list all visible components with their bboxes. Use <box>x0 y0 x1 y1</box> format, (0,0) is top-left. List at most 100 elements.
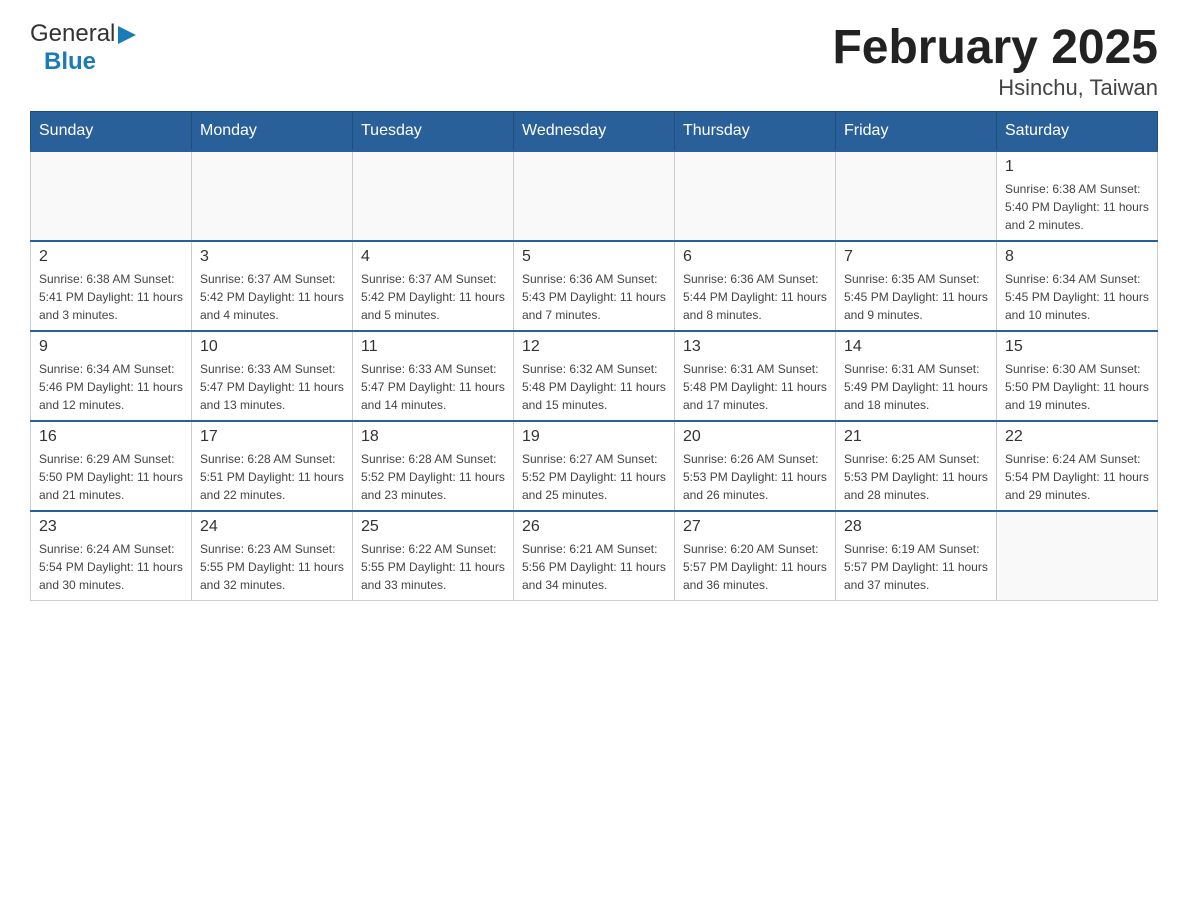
week-row-1: 1Sunrise: 6:38 AM Sunset: 5:40 PM Daylig… <box>31 151 1158 241</box>
day-info: Sunrise: 6:29 AM Sunset: 5:50 PM Dayligh… <box>39 450 183 504</box>
day-number: 18 <box>361 428 505 446</box>
day-info: Sunrise: 6:37 AM Sunset: 5:42 PM Dayligh… <box>361 270 505 324</box>
day-number: 21 <box>844 428 988 446</box>
day-info: Sunrise: 6:34 AM Sunset: 5:45 PM Dayligh… <box>1005 270 1149 324</box>
day-info: Sunrise: 6:33 AM Sunset: 5:47 PM Dayligh… <box>200 360 344 414</box>
day-info: Sunrise: 6:26 AM Sunset: 5:53 PM Dayligh… <box>683 450 827 504</box>
day-number: 17 <box>200 428 344 446</box>
calendar-cell: 16 Sunrise: 6:29 AM Sunset: 5:50 PM Dayli… <box>31 421 192 511</box>
day-info: Sunrise: 6:31 AM Sunset: 5:48 PM Dayligh… <box>683 360 827 414</box>
calendar-cell: 8 Sunrise: 6:34 AM Sunset: 5:45 PM Daylig… <box>997 241 1158 331</box>
logo-blue-text: Blue <box>44 48 96 76</box>
calendar-cell: 17 Sunrise: 6:28 AM Sunset: 5:51 PM Dayli… <box>192 421 353 511</box>
calendar-cell: 13 Sunrise: 6:31 AM Sunset: 5:48 PM Dayli… <box>675 331 836 421</box>
day-number: 9 <box>39 338 183 356</box>
title-block: February 2025 Hsinchu, Taiwan <box>832 20 1158 101</box>
calendar-cell: 2Sunrise: 6:38 AM Sunset: 5:41 PM Daylig… <box>31 241 192 331</box>
day-number: 23 <box>39 518 183 536</box>
day-info: Sunrise: 6:20 AM Sunset: 5:57 PM Dayligh… <box>683 540 827 594</box>
calendar-cell <box>836 151 997 241</box>
day-info: Sunrise: 6:32 AM Sunset: 5:48 PM Dayligh… <box>522 360 666 414</box>
day-info: Sunrise: 6:34 AM Sunset: 5:46 PM Dayligh… <box>39 360 183 414</box>
page-title: February 2025 <box>832 20 1158 75</box>
day-info: Sunrise: 6:21 AM Sunset: 5:56 PM Dayligh… <box>522 540 666 594</box>
calendar-cell: 25 Sunrise: 6:22 AM Sunset: 5:55 PM Dayli… <box>353 511 514 601</box>
day-number: 27 <box>683 518 827 536</box>
day-number: 24 <box>200 518 344 536</box>
day-info: Sunrise: 6:25 AM Sunset: 5:53 PM Dayligh… <box>844 450 988 504</box>
calendar-cell: 19 Sunrise: 6:27 AM Sunset: 5:52 PM Dayli… <box>514 421 675 511</box>
header-sunday: Sunday <box>31 112 192 152</box>
day-number: 16 <box>39 428 183 446</box>
day-number: 6 <box>683 248 827 266</box>
page-header: General Blue February 2025 Hsinchu, Taiw… <box>30 20 1158 101</box>
calendar-cell: 10Sunrise: 6:33 AM Sunset: 5:47 PM Dayli… <box>192 331 353 421</box>
day-info: Sunrise: 6:30 AM Sunset: 5:50 PM Dayligh… <box>1005 360 1149 414</box>
week-row-5: 23 Sunrise: 6:24 AM Sunset: 5:54 PM Dayli… <box>31 511 1158 601</box>
logo: General Blue <box>30 20 136 76</box>
calendar-cell <box>353 151 514 241</box>
day-info: Sunrise: 6:24 AM Sunset: 5:54 PM Dayligh… <box>39 540 183 594</box>
header-thursday: Thursday <box>675 112 836 152</box>
day-number: 3 <box>200 248 344 266</box>
calendar-cell: 5Sunrise: 6:36 AM Sunset: 5:43 PM Daylig… <box>514 241 675 331</box>
day-info: Sunrise: 6:19 AM Sunset: 5:57 PM Dayligh… <box>844 540 988 594</box>
calendar-cell: 20 Sunrise: 6:26 AM Sunset: 5:53 PM Dayli… <box>675 421 836 511</box>
day-info: Sunrise: 6:27 AM Sunset: 5:52 PM Dayligh… <box>522 450 666 504</box>
calendar-cell: 9 Sunrise: 6:34 AM Sunset: 5:46 PM Daylig… <box>31 331 192 421</box>
calendar-cell: 27 Sunrise: 6:20 AM Sunset: 5:57 PM Dayli… <box>675 511 836 601</box>
header-saturday: Saturday <box>997 112 1158 152</box>
day-number: 2 <box>39 248 183 266</box>
calendar-cell <box>997 511 1158 601</box>
calendar-cell: 1Sunrise: 6:38 AM Sunset: 5:40 PM Daylig… <box>997 151 1158 241</box>
header-friday: Friday <box>836 112 997 152</box>
header-wednesday: Wednesday <box>514 112 675 152</box>
calendar-cell: 28Sunrise: 6:19 AM Sunset: 5:57 PM Dayli… <box>836 511 997 601</box>
week-row-2: 2Sunrise: 6:38 AM Sunset: 5:41 PM Daylig… <box>31 241 1158 331</box>
week-row-3: 9 Sunrise: 6:34 AM Sunset: 5:46 PM Daylig… <box>31 331 1158 421</box>
day-number: 22 <box>1005 428 1149 446</box>
calendar-cell: 15 Sunrise: 6:30 AM Sunset: 5:50 PM Dayli… <box>997 331 1158 421</box>
day-number: 8 <box>1005 248 1149 266</box>
day-number: 20 <box>683 428 827 446</box>
day-number: 13 <box>683 338 827 356</box>
day-info: Sunrise: 6:28 AM Sunset: 5:52 PM Dayligh… <box>361 450 505 504</box>
calendar-cell <box>192 151 353 241</box>
day-info: Sunrise: 6:37 AM Sunset: 5:42 PM Dayligh… <box>200 270 344 324</box>
day-number: 12 <box>522 338 666 356</box>
calendar-cell <box>514 151 675 241</box>
calendar-cell <box>31 151 192 241</box>
week-row-4: 16 Sunrise: 6:29 AM Sunset: 5:50 PM Dayli… <box>31 421 1158 511</box>
calendar-cell: 22 Sunrise: 6:24 AM Sunset: 5:54 PM Dayli… <box>997 421 1158 511</box>
day-number: 14 <box>844 338 988 356</box>
day-number: 5 <box>522 248 666 266</box>
calendar-cell: 7Sunrise: 6:35 AM Sunset: 5:45 PM Daylig… <box>836 241 997 331</box>
day-number: 19 <box>522 428 666 446</box>
calendar-cell <box>675 151 836 241</box>
day-number: 25 <box>361 518 505 536</box>
calendar-cell: 18 Sunrise: 6:28 AM Sunset: 5:52 PM Dayli… <box>353 421 514 511</box>
day-info: Sunrise: 6:33 AM Sunset: 5:47 PM Dayligh… <box>361 360 505 414</box>
header-monday: Monday <box>192 112 353 152</box>
calendar-cell: 14 Sunrise: 6:31 AM Sunset: 5:49 PM Dayli… <box>836 331 997 421</box>
logo-general-text: General <box>30 20 115 48</box>
calendar-table: Sunday Monday Tuesday Wednesday Thursday… <box>30 111 1158 601</box>
day-info: Sunrise: 6:36 AM Sunset: 5:44 PM Dayligh… <box>683 270 827 324</box>
day-info: Sunrise: 6:38 AM Sunset: 5:40 PM Dayligh… <box>1005 180 1149 234</box>
header-tuesday: Tuesday <box>353 112 514 152</box>
calendar-cell: 4Sunrise: 6:37 AM Sunset: 5:42 PM Daylig… <box>353 241 514 331</box>
day-number: 15 <box>1005 338 1149 356</box>
day-info: Sunrise: 6:31 AM Sunset: 5:49 PM Dayligh… <box>844 360 988 414</box>
day-number: 11 <box>361 338 505 356</box>
day-info: Sunrise: 6:35 AM Sunset: 5:45 PM Dayligh… <box>844 270 988 324</box>
calendar-cell: 3 Sunrise: 6:37 AM Sunset: 5:42 PM Daylig… <box>192 241 353 331</box>
day-number: 26 <box>522 518 666 536</box>
calendar-cell: 26 Sunrise: 6:21 AM Sunset: 5:56 PM Dayli… <box>514 511 675 601</box>
calendar-cell: 21 Sunrise: 6:25 AM Sunset: 5:53 PM Dayli… <box>836 421 997 511</box>
day-info: Sunrise: 6:23 AM Sunset: 5:55 PM Dayligh… <box>200 540 344 594</box>
day-info: Sunrise: 6:24 AM Sunset: 5:54 PM Dayligh… <box>1005 450 1149 504</box>
day-info: Sunrise: 6:22 AM Sunset: 5:55 PM Dayligh… <box>361 540 505 594</box>
weekday-header-row: Sunday Monday Tuesday Wednesday Thursday… <box>31 112 1158 152</box>
day-info: Sunrise: 6:28 AM Sunset: 5:51 PM Dayligh… <box>200 450 344 504</box>
calendar-cell: 23 Sunrise: 6:24 AM Sunset: 5:54 PM Dayli… <box>31 511 192 601</box>
